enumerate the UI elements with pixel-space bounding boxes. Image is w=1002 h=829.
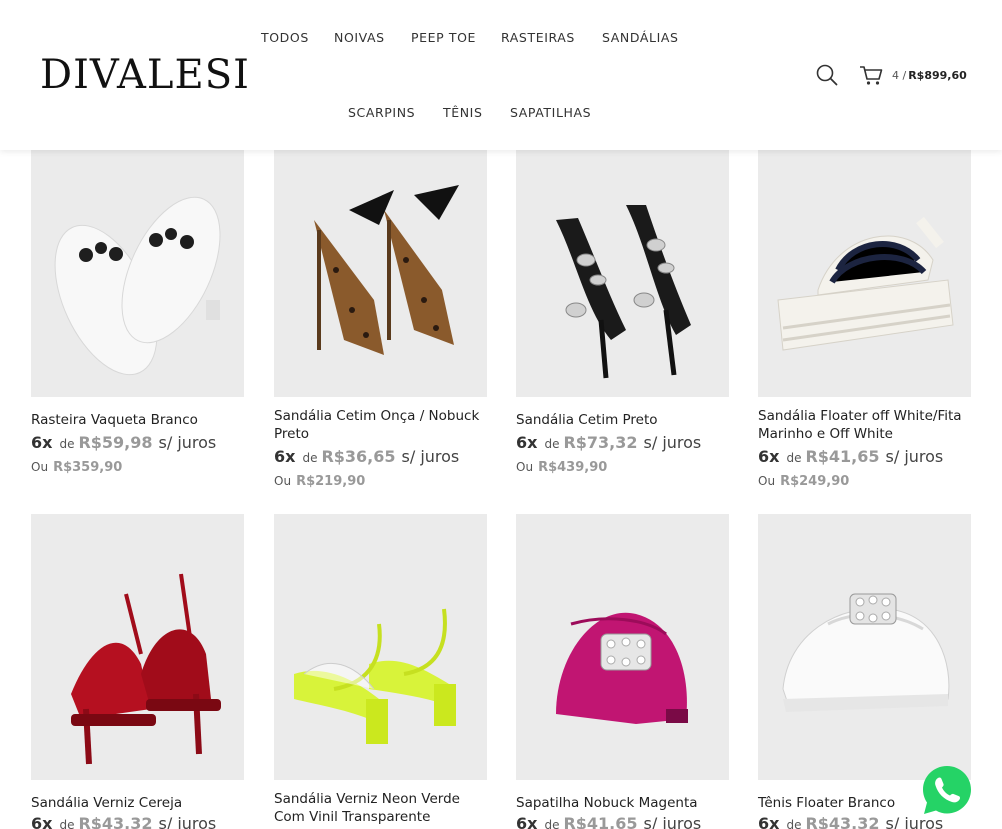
nav-peep-toe[interactable]: PEEP TOE [411, 30, 476, 45]
nav-noivas[interactable]: NOIVAS [334, 30, 385, 45]
or-label: Ou [758, 474, 776, 488]
product-image[interactable] [516, 150, 729, 397]
full-price: R$359,90 [53, 460, 123, 475]
installment-suffix: s/ juros [158, 814, 217, 829]
nav-tenis[interactable]: TÊNIS [443, 105, 483, 120]
or-label: Ou [31, 460, 49, 474]
installment-count: 6x [31, 433, 53, 452]
installment-suffix: s/ juros [401, 447, 460, 466]
cart-button[interactable]: 4 / R$899,60 [858, 62, 967, 88]
installment-de: de [302, 451, 318, 465]
product-image[interactable] [274, 514, 487, 780]
product-image[interactable] [31, 150, 244, 397]
installment-de: de [59, 818, 75, 829]
full-price-line: Ou R$439,90 [516, 460, 607, 475]
installment-price: 6x de R$41,65 s/ juros [516, 814, 701, 829]
product-name[interactable]: Sandália Verniz Neon Verde Com Vinil Tra… [274, 790, 487, 826]
installment-de: de [544, 818, 560, 829]
installment-de: de [59, 437, 75, 451]
product-name[interactable]: Sandália Cetim Preto [516, 411, 729, 429]
product-name[interactable]: Sandália Floater off White/Fita Marinho … [758, 407, 971, 443]
full-price: R$249,90 [780, 474, 850, 489]
cart-total: R$899,60 [908, 68, 967, 82]
installment-value: R$41,65 [805, 447, 880, 466]
installment-suffix: s/ juros [158, 433, 217, 452]
nav-scarpins[interactable]: SCARPINS [348, 105, 415, 120]
nav-sapatilhas[interactable]: SAPATILHAS [510, 105, 591, 120]
product-name[interactable]: Sandália Cetim Onça / Nobuck Preto [274, 407, 487, 443]
installment-value: R$41,65 [563, 814, 638, 829]
product-image[interactable] [274, 150, 487, 397]
installment-price: 6x de R$36,65 s/ juros [274, 447, 459, 466]
full-price: R$219,90 [296, 474, 366, 489]
installment-de: de [544, 437, 560, 451]
nav-sandalias[interactable]: SANDÁLIAS [602, 30, 679, 45]
product-name[interactable]: Sandália Verniz Cereja [31, 794, 244, 812]
installment-price: 6x de R$73,32 s/ juros [516, 433, 701, 452]
installment-count: 6x [31, 814, 53, 829]
product-image[interactable] [758, 150, 971, 397]
cart-icon [860, 66, 883, 85]
product-name[interactable]: Rasteira Vaqueta Branco [31, 411, 244, 429]
search-button[interactable] [814, 62, 840, 88]
product-image[interactable] [758, 514, 971, 780]
installment-count: 6x [758, 447, 780, 466]
full-price-line: Ou R$359,90 [31, 460, 122, 475]
nav-rasteiras[interactable]: RASTEIRAS [501, 30, 575, 45]
installment-price: 6x de R$43,32 s/ juros [758, 814, 943, 829]
installment-count: 6x [758, 814, 780, 829]
brand-logo[interactable]: DIVALESI [40, 52, 250, 98]
product-image[interactable] [516, 514, 729, 780]
or-label: Ou [274, 474, 292, 488]
installment-de: de [786, 451, 802, 465]
cart-count: 4 / [892, 68, 907, 82]
or-label: Ou [516, 460, 534, 474]
installment-value: R$43,32 [805, 814, 880, 829]
installment-price: 6x de R$41,65 s/ juros [758, 447, 943, 466]
product-name[interactable]: Sapatilha Nobuck Magenta [516, 794, 729, 812]
installment-price: 6x de R$43,32 s/ juros [31, 814, 216, 829]
product-image[interactable] [31, 514, 244, 780]
full-price-line: Ou R$249,90 [758, 474, 849, 489]
installment-suffix: s/ juros [643, 814, 702, 829]
installment-suffix: s/ juros [643, 433, 702, 452]
installment-de: de [786, 818, 802, 829]
site-header: DIVALESI TODOS NOIVAS PEEP TOE RASTEIRAS… [0, 0, 1002, 150]
installment-count: 6x [516, 433, 538, 452]
installment-suffix: s/ juros [885, 447, 944, 466]
whatsapp-icon [923, 766, 971, 814]
installment-count: 6x [516, 814, 538, 829]
installment-value: R$43,32 [78, 814, 153, 829]
installment-value: R$59,98 [78, 433, 153, 452]
nav-todos[interactable]: TODOS [261, 30, 309, 45]
installment-count: 6x [274, 447, 296, 466]
full-price-line: Ou R$219,90 [274, 474, 365, 489]
search-icon [816, 64, 838, 86]
full-price: R$439,90 [538, 460, 608, 475]
installment-value: R$36,65 [321, 447, 396, 466]
installment-price: 6x de R$59,98 s/ juros [31, 433, 216, 452]
installment-value: R$73,32 [563, 433, 638, 452]
whatsapp-button[interactable] [920, 763, 974, 817]
